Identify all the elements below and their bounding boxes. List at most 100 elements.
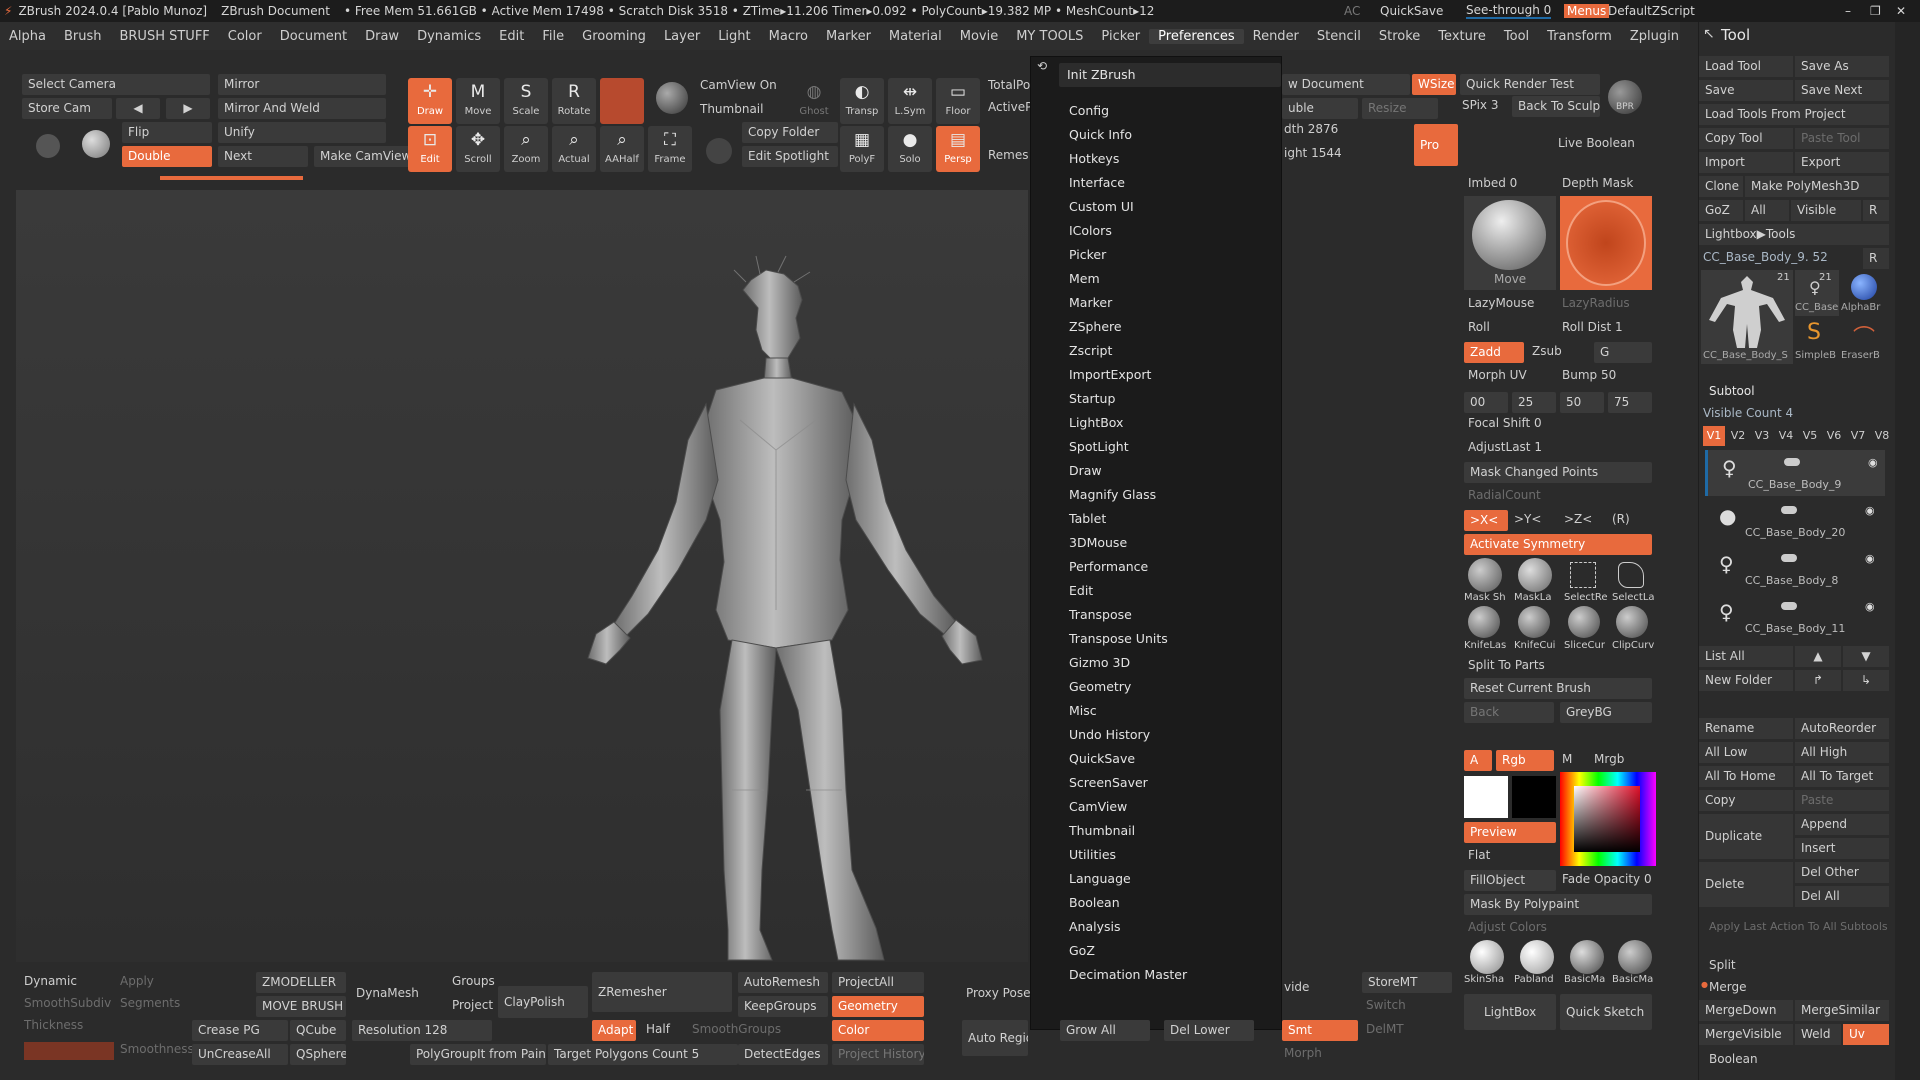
canvas-viewport[interactable] (16, 190, 1028, 962)
smoothgroups-button[interactable]: SmoothGroups (692, 1022, 781, 1036)
ghost-tool[interactable]: ◍ Ghost (792, 78, 836, 124)
pref-item-interface[interactable]: Interface (1069, 175, 1125, 190)
greybg-button[interactable]: GreyBG (1560, 702, 1652, 723)
actual-tool[interactable]: ⌕ Actual (552, 126, 596, 172)
spix-slider[interactable]: SPix 3 (1462, 98, 1498, 112)
rotate-tool[interactable]: R Rotate (552, 78, 596, 124)
basic-material-2-icon[interactable] (1618, 940, 1652, 974)
menu-picker[interactable]: Picker (1092, 29, 1149, 44)
menu-color[interactable]: Color (219, 29, 271, 44)
move-down-icon[interactable]: ▼ (1843, 646, 1889, 667)
rgb-button[interactable]: Rgb (1496, 750, 1554, 771)
version-tab-v4[interactable]: V4 (1775, 426, 1797, 446)
resolution-slider[interactable]: Resolution 128 (352, 1020, 492, 1041)
version-tab-v6[interactable]: V6 (1823, 426, 1845, 446)
pref-item-draw[interactable]: Draw (1069, 463, 1102, 478)
width-slider[interactable]: dth 2876 (1284, 122, 1338, 136)
bump-75-button[interactable]: 75 (1608, 392, 1652, 413)
pref-item-gizmo-3d[interactable]: Gizmo 3D (1069, 655, 1130, 670)
see-through-slider[interactable]: See-through 0 (1466, 3, 1552, 19)
project-label[interactable]: Project (452, 998, 493, 1012)
keepgroups-button[interactable]: KeepGroups (738, 996, 828, 1017)
radial-count-slider[interactable]: RadialCount (1468, 488, 1541, 502)
qsphere-button[interactable]: QSphere (290, 1044, 346, 1065)
stroke-preview[interactable] (1560, 196, 1652, 290)
zremesher-button[interactable]: ZRemesher (592, 972, 732, 1012)
menu-edit[interactable]: Edit (490, 29, 533, 44)
pref-item-spotlight[interactable]: SpotLight (1069, 439, 1129, 454)
brush-preview[interactable]: Move (1464, 196, 1556, 290)
wsize-button[interactable]: WSize (1412, 74, 1456, 95)
merge-down-button[interactable]: MergeDown (1699, 1000, 1793, 1021)
project-history-button[interactable]: Project History (832, 1044, 924, 1065)
lightbox-tools-button[interactable]: Lightbox▶Tools (1699, 224, 1889, 245)
pref-item-zscript[interactable]: Zscript (1069, 343, 1112, 358)
thickness-label[interactable]: Thickness (24, 1018, 83, 1032)
mask-by-polypaint-button[interactable]: Mask By Polypaint (1464, 894, 1652, 915)
palette-pin-icon[interactable]: ↖ (1703, 26, 1715, 42)
delete-button[interactable]: Delete (1699, 862, 1793, 907)
segments-label[interactable]: Segments (120, 996, 180, 1010)
target-polygons-slider[interactable]: Target Polygons Count 5 (548, 1044, 738, 1065)
knife-lasso-icon[interactable] (1468, 606, 1500, 638)
subtool-row[interactable]: ● ◉ CC_Base_Body_20 (1705, 498, 1885, 544)
shader-sphere-icon[interactable] (656, 82, 688, 114)
menu-my-tools[interactable]: MY TOOLS (1007, 29, 1092, 44)
del-lower-button[interactable]: Del Lower (1164, 1020, 1254, 1041)
auto-region-button[interactable]: Auto Region (962, 1020, 1028, 1056)
pabland-material-icon[interactable] (1520, 940, 1554, 974)
pref-item-importexport[interactable]: ImportExport (1069, 367, 1151, 382)
save-next-button[interactable]: Save Next (1795, 80, 1889, 101)
adjust-last-slider[interactable]: AdjustLast 1 (1468, 440, 1542, 454)
pref-item-goz[interactable]: GoZ (1069, 943, 1095, 958)
menu-layer[interactable]: Layer (655, 29, 709, 44)
focal-shift-slider[interactable]: Focal Shift 0 (1468, 416, 1542, 430)
tool-thumbnail-2[interactable]: 21 ♀ CC_Base (1795, 270, 1839, 316)
pref-item-performance[interactable]: Performance (1069, 559, 1148, 574)
bump-25-button[interactable]: 25 (1512, 392, 1556, 413)
main-color-swatch[interactable] (1464, 776, 1508, 818)
pref-item-utilities[interactable]: Utilities (1069, 847, 1116, 862)
prev-cam-icon[interactable]: ◀ (116, 98, 160, 119)
pref-item-config[interactable]: Config (1069, 103, 1109, 118)
load-tool-button[interactable]: Load Tool (1699, 56, 1793, 77)
sym-z-button[interactable]: >Z< (1564, 512, 1592, 526)
color-picker[interactable] (1560, 772, 1656, 866)
qcube-button[interactable]: QCube (290, 1020, 346, 1041)
persp-tool[interactable]: ▤ Persp (936, 126, 980, 172)
save-as-button[interactable]: Save As (1795, 56, 1889, 77)
half-button[interactable]: Half (646, 1022, 670, 1036)
pref-item-zsphere[interactable]: ZSphere (1069, 319, 1122, 334)
menu-document[interactable]: Document (271, 29, 356, 44)
camera-icon[interactable] (36, 134, 60, 158)
paste-tool-button[interactable]: Paste Tool (1795, 128, 1889, 149)
version-tab-v2[interactable]: V2 (1727, 426, 1749, 446)
smooth-subdiv-label[interactable]: SmoothSubdiv (24, 996, 111, 1010)
secondary-color-swatch[interactable] (1512, 776, 1556, 818)
pref-item-thumbnail[interactable]: Thumbnail (1069, 823, 1135, 838)
pref-item-magnify-glass[interactable]: Magnify Glass (1069, 487, 1156, 502)
next-button[interactable]: Next (218, 146, 308, 167)
menu-stencil[interactable]: Stencil (1308, 29, 1370, 44)
sym-y-button[interactable]: >Y< (1514, 512, 1541, 526)
autoremesh-button[interactable]: AutoRemesh (738, 972, 828, 993)
dynamesh-button[interactable]: DynaMesh (356, 986, 419, 1000)
reset-current-brush-button[interactable]: Reset Current Brush (1464, 678, 1652, 699)
m-button[interactable]: M (1562, 752, 1572, 766)
menu-stroke[interactable]: Stroke (1370, 29, 1429, 44)
subtool-toggle[interactable] (1781, 554, 1797, 562)
pref-item-icolors[interactable]: IColors (1069, 223, 1112, 238)
select-lasso-icon[interactable] (1618, 562, 1644, 588)
bump-50-button[interactable]: 50 (1560, 392, 1604, 413)
version-tab-v5[interactable]: V5 (1799, 426, 1821, 446)
material-sphere-icon[interactable] (82, 130, 110, 158)
subtool-header[interactable]: Subtool (1709, 384, 1755, 398)
thumbnail-label[interactable]: Thumbnail (700, 102, 763, 116)
close-icon[interactable]: ✕ (1896, 4, 1906, 18)
autoreorder-button[interactable]: AutoReorder (1795, 718, 1889, 739)
groups-label[interactable]: Groups (452, 974, 495, 988)
merge-visible-button[interactable]: MergeVisible (1699, 1024, 1793, 1045)
clone-button[interactable]: Clone (1699, 176, 1743, 197)
menus-toggle[interactable]: Menus (1564, 4, 1610, 18)
tool-thumbnail-3[interactable]: AlphaBr (1841, 270, 1889, 316)
